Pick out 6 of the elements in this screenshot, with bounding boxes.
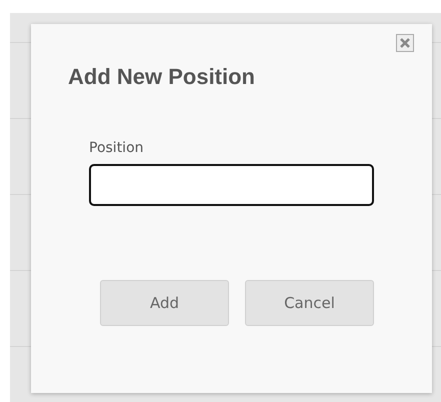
field-label: Position (89, 140, 145, 156)
position-input-field[interactable] (89, 164, 374, 206)
add-button[interactable]: Add (100, 280, 229, 326)
dialog-title: Add New Position (68, 64, 256, 90)
cancel-button[interactable]: Cancel (245, 280, 374, 326)
close-icon[interactable] (395, 33, 415, 53)
